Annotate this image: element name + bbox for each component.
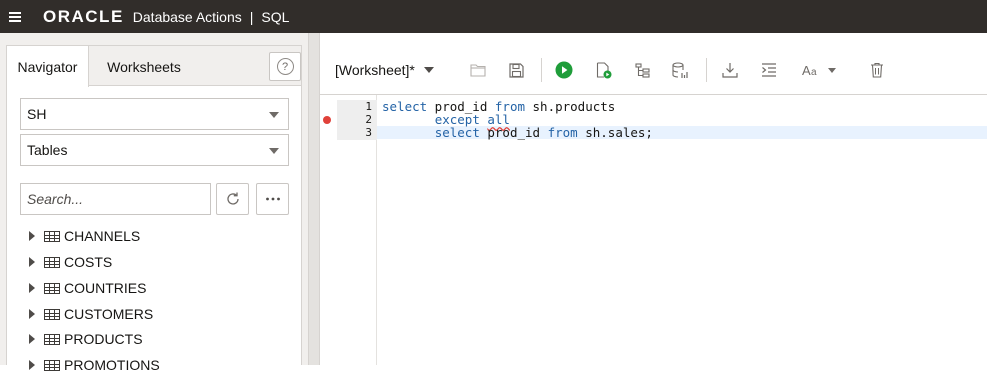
- object-type-select[interactable]: Tables: [20, 134, 289, 166]
- left-panel-area: Navigator Worksheets ? SH Tables Search.…: [0, 33, 308, 373]
- more-actions-button[interactable]: [256, 183, 289, 215]
- save-button[interactable]: [505, 59, 527, 81]
- code-text: prod_id: [479, 125, 548, 140]
- save-icon: [508, 62, 524, 78]
- oracle-logo: ORACLE: [43, 6, 124, 26]
- code-keyword: from: [547, 125, 578, 140]
- schema-select-value: SH: [27, 106, 47, 122]
- table-name: COSTS: [64, 254, 113, 270]
- svg-text:A: A: [802, 63, 811, 77]
- search-input[interactable]: [20, 183, 211, 215]
- line-number: 2: [365, 113, 372, 126]
- toolbar-divider: [541, 58, 542, 82]
- code-editor[interactable]: select prod_id from sh.products except a…: [377, 95, 987, 365]
- help-button[interactable]: ?: [269, 52, 301, 81]
- expand-arrow-icon[interactable]: [29, 283, 35, 293]
- table-name: CHANNELS: [64, 228, 141, 244]
- chevron-down-icon: [423, 67, 434, 73]
- run-script-button[interactable]: [593, 59, 615, 81]
- open-button[interactable]: [467, 59, 489, 81]
- table-icon: [44, 308, 60, 320]
- help-icon: ?: [276, 58, 294, 75]
- table-icon: [44, 230, 60, 242]
- tree-item-countries[interactable]: COUNTRIES: [29, 277, 146, 299]
- table-name: CUSTOMERS: [64, 306, 154, 322]
- format-button[interactable]: [758, 59, 780, 81]
- run-statement-button[interactable]: [553, 59, 575, 81]
- format-icon: [762, 63, 776, 77]
- download-button[interactable]: [719, 59, 741, 81]
- line-number: 1: [365, 100, 372, 113]
- refresh-icon: [226, 192, 239, 205]
- expand-arrow-icon[interactable]: [29, 309, 35, 319]
- expand-arrow-icon[interactable]: [29, 360, 35, 370]
- font-size-button[interactable]: A a: [801, 59, 841, 81]
- table-icon: [44, 359, 60, 371]
- worksheet-title: [Worksheet]*: [335, 62, 415, 78]
- editor-gutter: 1 2 3: [320, 95, 377, 365]
- worksheet-select[interactable]: [Worksheet]*: [335, 62, 434, 78]
- hamburger-menu-icon[interactable]: [9, 11, 21, 22]
- expand-arrow-icon[interactable]: [29, 257, 35, 267]
- app-title: Database Actions: [132, 8, 242, 25]
- tree-item-promotions[interactable]: PROMOTIONS: [29, 354, 160, 376]
- table-name: PRODUCTS: [64, 331, 143, 347]
- panel-splitter[interactable]: [308, 33, 320, 365]
- table-name: PROMOTIONS: [64, 357, 160, 373]
- autotrace-button[interactable]: [670, 59, 692, 81]
- worksheet-editor: [Worksheet]* A a 1 2 3 select prod_id fr…: [320, 33, 987, 365]
- explain-plan-button[interactable]: [632, 59, 654, 81]
- tree-item-customers[interactable]: CUSTOMERS: [29, 303, 153, 325]
- code-keyword: select: [434, 125, 480, 140]
- tree-item-channels[interactable]: CHANNELS: [29, 225, 140, 247]
- download-icon: [722, 63, 738, 78]
- line-number: 3: [365, 126, 372, 139]
- navigator-tabs: Navigator Worksheets ?: [7, 46, 301, 87]
- error-marker-icon[interactable]: [323, 116, 331, 124]
- run-script-icon: [596, 61, 612, 78]
- tree-item-products[interactable]: PRODUCTS: [29, 328, 143, 350]
- top-bar: ORACLE Database Actions | SQL: [0, 0, 987, 33]
- font-size-icon: A a: [802, 63, 836, 77]
- more-icon: [265, 197, 280, 201]
- worksheet-toolbar: [Worksheet]* A a: [320, 33, 987, 95]
- run-statement-icon: [555, 61, 573, 79]
- object-type-select-value: Tables: [27, 142, 68, 158]
- schema-select[interactable]: SH: [20, 98, 289, 130]
- tab-navigator[interactable]: Navigator: [7, 46, 89, 87]
- expand-arrow-icon[interactable]: [29, 231, 35, 241]
- chevron-down-icon: [269, 112, 279, 118]
- explain-plan-icon: [635, 62, 650, 78]
- table-icon: [44, 282, 60, 294]
- section-title: SQL: [261, 8, 290, 25]
- clear-button[interactable]: [866, 59, 888, 81]
- table-icon: [44, 333, 60, 345]
- title-separator: |: [249, 8, 254, 25]
- code-text: sh.products: [525, 99, 616, 114]
- tree-item-costs[interactable]: COSTS: [29, 251, 112, 273]
- code-text: sh.sales;: [577, 125, 653, 140]
- open-folder-icon: [470, 64, 486, 77]
- table-icon: [44, 256, 60, 268]
- autotrace-icon: [672, 61, 688, 78]
- refresh-button[interactable]: [216, 183, 249, 215]
- table-name: COUNTRIES: [64, 280, 147, 296]
- trash-icon: [871, 62, 883, 78]
- toolbar-divider: [706, 58, 707, 82]
- tab-worksheets[interactable]: Worksheets: [89, 46, 199, 87]
- expand-arrow-icon[interactable]: [29, 334, 35, 344]
- svg-text:a: a: [811, 67, 817, 77]
- navigator-panel: Navigator Worksheets ? SH Tables Search.…: [6, 45, 302, 373]
- chevron-down-icon: [269, 148, 279, 154]
- code-line-3: select prod_id from sh.sales;: [382, 126, 653, 139]
